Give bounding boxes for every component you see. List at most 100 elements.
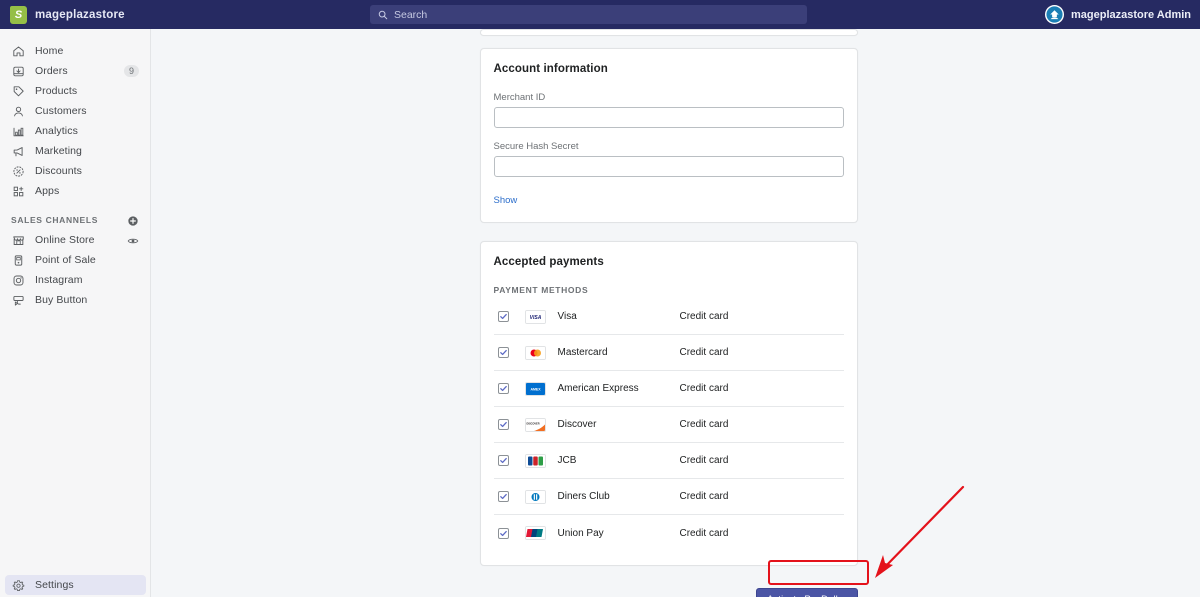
sidebar-item-instagram[interactable]: Instagram xyxy=(5,270,145,290)
sidebar-item-label: Buy Button xyxy=(35,294,88,306)
sidebar-item-marketing[interactable]: Marketing xyxy=(5,141,145,161)
sidebar-item-label: Online Store xyxy=(35,234,95,246)
instagram-icon xyxy=(11,273,26,288)
svg-text:DISCOVER: DISCOVER xyxy=(526,422,539,425)
table-row: Union Pay Credit card xyxy=(494,515,844,551)
payment-methods-label: PAYMENT METHODS xyxy=(493,285,589,295)
svg-text:AMEX: AMEX xyxy=(530,387,541,391)
gear-icon xyxy=(11,578,26,593)
jcb-logo-icon xyxy=(524,453,546,468)
table-row: AMEX American Express Credit card xyxy=(493,371,844,407)
search-input[interactable] xyxy=(394,8,799,21)
payment-method-type: Credit card xyxy=(679,419,729,430)
discover-logo-icon: DISCOVER xyxy=(524,417,546,432)
sidebar-item-label: Instagram xyxy=(35,274,83,286)
secure-hash-secret-label: Secure Hash Secret xyxy=(493,141,579,152)
footer-actions: Activate PayDollar xyxy=(480,584,858,597)
red-arrow-icon xyxy=(875,485,965,578)
megaphone-icon xyxy=(11,144,26,159)
payment-method-checkbox[interactable] xyxy=(497,383,509,394)
sidebar-item-label: Customers xyxy=(35,105,87,117)
sidebar-item-settings[interactable]: Settings xyxy=(5,575,146,595)
sales-channels-header: SALES CHANNELS xyxy=(11,214,139,226)
diners-club-logo-icon xyxy=(524,489,546,504)
table-row: Diners Club Credit card xyxy=(493,479,844,515)
visa-logo-icon: VISA xyxy=(524,309,546,324)
payment-method-type: Credit card xyxy=(679,455,729,466)
discount-percent-icon xyxy=(11,164,26,179)
sidebar-item-orders[interactable]: Orders 9 xyxy=(5,61,145,81)
main-content: Account information Merchant ID Secure H… xyxy=(151,29,1200,597)
sidebar-item-home[interactable]: Home xyxy=(5,41,145,61)
sidebar-item-buy-button[interactable]: Buy Button xyxy=(5,290,145,310)
account-information-card: Account information Merchant ID Secure H… xyxy=(479,48,858,223)
shopify-bag-icon xyxy=(10,5,27,24)
mastercard-logo-icon xyxy=(524,345,546,360)
merchant-id-label: Merchant ID xyxy=(493,92,546,103)
accepted-payments-card: Accepted payments PAYMENT METHODS VISA V… xyxy=(479,241,858,566)
storefront-icon xyxy=(11,233,26,248)
pos-device-icon xyxy=(11,253,26,268)
payment-method-name: Visa xyxy=(557,311,577,322)
show-secret-link[interactable]: Show xyxy=(494,195,518,206)
settings-label: Settings xyxy=(35,579,74,591)
sidebar-item-discounts[interactable]: Discounts xyxy=(5,161,145,181)
table-row: DISCOVER Discover Credit card xyxy=(493,407,844,443)
sidebar-item-label: Apps xyxy=(35,185,60,197)
user-name: mageplazastore Admin xyxy=(1070,8,1191,21)
sidebar-item-label: Products xyxy=(35,85,78,97)
search-bar[interactable] xyxy=(370,5,807,24)
payment-method-checkbox[interactable] xyxy=(497,347,509,358)
payment-method-checkbox[interactable] xyxy=(497,311,509,322)
user-menu[interactable]: mageplazastore Admin xyxy=(1044,5,1200,24)
avatar xyxy=(1044,5,1064,24)
search-icon xyxy=(378,10,388,19)
table-row: Mastercard Credit card xyxy=(493,335,844,371)
plus-circle-icon[interactable] xyxy=(127,214,139,226)
sidebar-item-apps[interactable]: Apps xyxy=(5,181,145,201)
person-icon xyxy=(11,104,26,119)
sidebar-item-analytics[interactable]: Analytics xyxy=(5,121,145,141)
sidebar-item-label: Analytics xyxy=(35,125,78,137)
buy-button-icon xyxy=(11,293,26,308)
payment-method-checkbox[interactable] xyxy=(497,419,509,430)
table-row: VISA Visa Credit card xyxy=(493,299,844,335)
payment-method-checkbox[interactable] xyxy=(497,455,509,466)
apps-grid-plus-icon xyxy=(11,184,26,199)
sidebar-item-label: Orders xyxy=(35,65,68,77)
top-bar: mageplazastore mageplazastore Admin xyxy=(0,0,1200,29)
sales-channels-title: SALES CHANNELS xyxy=(11,215,99,225)
sidebar-item-point-of-sale[interactable]: Point of Sale xyxy=(5,250,145,270)
sidebar-item-online-store[interactable]: Online Store xyxy=(5,230,145,250)
sidebar-item-customers[interactable]: Customers xyxy=(5,101,145,121)
payment-method-type: Credit card xyxy=(679,491,729,502)
sidebar-item-label: Home xyxy=(35,45,64,57)
sidebar-item-label: Marketing xyxy=(35,145,83,157)
payment-method-checkbox[interactable] xyxy=(497,527,509,539)
payment-method-type: Credit card xyxy=(679,383,729,394)
payment-method-name: Mastercard xyxy=(557,347,608,358)
home-icon xyxy=(11,44,26,59)
activate-paydollar-button[interactable]: Activate PayDollar xyxy=(756,588,858,597)
tag-icon xyxy=(11,84,26,99)
payment-method-checkbox[interactable] xyxy=(497,491,509,502)
sidebar-item-products[interactable]: Products xyxy=(5,81,145,101)
eye-icon[interactable] xyxy=(127,234,139,246)
svg-text:VISA: VISA xyxy=(529,315,541,321)
payment-method-name: American Express xyxy=(557,383,639,394)
amex-logo-icon: AMEX xyxy=(524,381,546,396)
brand-area[interactable]: mageplazastore xyxy=(0,5,370,24)
sidebar-item-label: Discounts xyxy=(35,165,83,177)
payment-method-type: Credit card xyxy=(679,311,729,322)
orders-count-badge: 9 xyxy=(123,65,139,77)
orders-inbox-icon xyxy=(11,64,26,79)
sidebar-item-label: Point of Sale xyxy=(35,254,96,266)
secure-hash-secret-field[interactable] xyxy=(493,156,844,177)
store-avatar-icon xyxy=(1046,6,1063,23)
unionpay-logo-icon xyxy=(524,526,546,540)
merchant-id-field[interactable] xyxy=(493,107,844,128)
payment-method-type: Credit card xyxy=(679,527,729,539)
payment-method-type: Credit card xyxy=(679,347,729,358)
table-row: JCB Credit card xyxy=(493,443,844,479)
sidebar: Home Orders 9 Products Customers Analyti… xyxy=(0,29,151,597)
